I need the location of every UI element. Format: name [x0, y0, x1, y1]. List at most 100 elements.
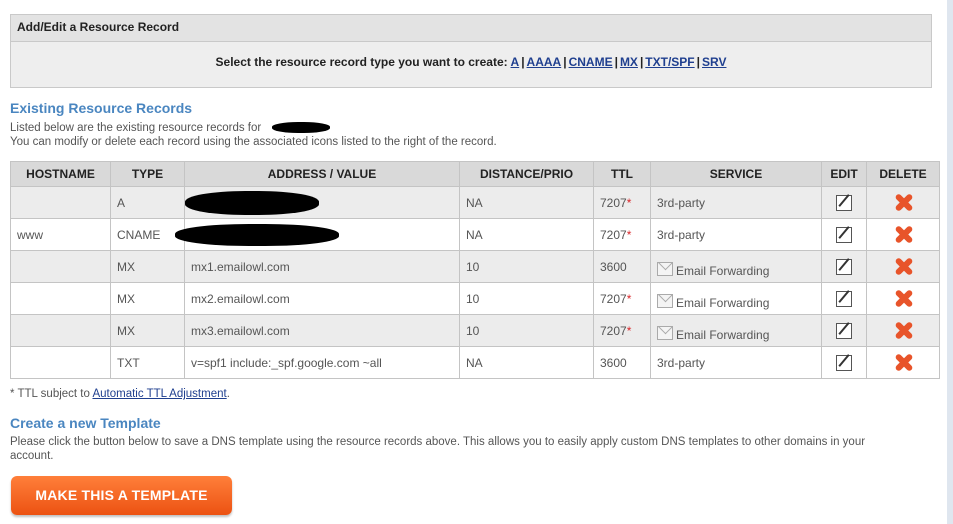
delete-icon[interactable] [894, 193, 913, 212]
record-type-link-txt-spf[interactable]: TXT/SPF [645, 55, 694, 69]
record-type-selector: Select the resource record type you want… [215, 55, 727, 69]
delete-icon[interactable] [894, 321, 913, 340]
hostname-cell [10, 346, 111, 379]
ttl-cell: 3600 [593, 346, 651, 379]
mail-icon [657, 325, 673, 340]
hostname-cell: www [10, 218, 111, 251]
ttl-footnote: * TTL subject to Automatic TTL Adjustmen… [10, 388, 230, 400]
redacted-address [175, 224, 339, 246]
ttl-cell: 3600 [593, 250, 651, 283]
delete-cell [866, 250, 940, 283]
ttl-cell: 7207* [593, 314, 651, 347]
delete-cell [866, 346, 940, 379]
service-cell: 3rd-party [650, 218, 822, 251]
address-cell: v=spf1 include:_spf.google.com ~all [184, 346, 460, 379]
delete-icon[interactable] [894, 353, 913, 372]
column-header-hostname: HOSTNAME [10, 161, 111, 187]
record-type-link-srv[interactable]: SRV [702, 55, 726, 69]
table-header-row: HOSTNAME TYPE ADDRESS / VALUE DISTANCE/P… [10, 161, 940, 187]
service-cell: 3rd-party [650, 186, 822, 219]
address-cell: mx1.emailowl.com [184, 250, 460, 283]
prio-cell: 10 [459, 314, 594, 347]
template-desc-line1: Please click the button below to save a … [10, 436, 866, 448]
type-cell: MX [110, 314, 185, 347]
type-cell: TXT [110, 346, 185, 379]
edit-icon[interactable] [836, 322, 852, 339]
delete-cell [866, 282, 940, 315]
address-cell: mx2.emailowl.com [184, 282, 460, 315]
record-type-link-a[interactable]: A [511, 55, 520, 69]
column-header-ttl: TTL [593, 161, 651, 187]
mail-icon [657, 261, 673, 276]
type-cell: A [110, 186, 185, 219]
column-header-delete: DELETE [866, 161, 940, 187]
type-cell: CNAME [110, 218, 185, 251]
table-row: TXT v=spf1 include:_spf.google.com ~all … [10, 346, 940, 379]
delete-icon[interactable] [894, 225, 913, 244]
column-header-address: ADDRESS / VALUE [184, 161, 460, 187]
hostname-cell [10, 314, 111, 347]
table-row: A NA 7207* 3rd-party [10, 186, 940, 219]
address-cell: mx3.emailowl.com [184, 314, 460, 347]
hostname-cell [10, 282, 111, 315]
column-header-distance: DISTANCE/PRIO [459, 161, 594, 187]
edit-cell [821, 186, 867, 219]
ttl-cell: 7207* [593, 282, 651, 315]
delete-icon[interactable] [894, 257, 913, 276]
table-row: MX mx1.emailowl.com 10 3600 Email Forwar… [10, 250, 940, 283]
existing-records-desc-line2: You can modify or delete each record usi… [10, 136, 497, 148]
edit-icon[interactable] [836, 226, 852, 243]
column-header-type: TYPE [110, 161, 185, 187]
service-cell: Email Forwarding [650, 314, 822, 347]
table-row: MX mx2.emailowl.com 10 7207* Email Forwa… [10, 282, 940, 315]
scrollbar-edge[interactable] [947, 0, 953, 524]
delete-cell [866, 186, 940, 219]
delete-icon[interactable] [894, 289, 913, 308]
automatic-ttl-link[interactable]: Automatic TTL Adjustment [92, 388, 226, 400]
edit-cell [821, 218, 867, 251]
make-template-button[interactable]: MAKE THIS A TEMPLATE [11, 476, 232, 515]
add-record-panel: Add/Edit a Resource Record Select the re… [10, 14, 932, 88]
prio-cell: 10 [459, 282, 594, 315]
service-cell: Email Forwarding [650, 282, 822, 315]
record-type-link-mx[interactable]: MX [620, 55, 638, 69]
edit-icon[interactable] [836, 354, 852, 371]
service-cell: 3rd-party [650, 346, 822, 379]
table-row: www CNAME NA 7207* 3rd-party [10, 218, 940, 251]
column-header-service: SERVICE [650, 161, 822, 187]
resource-records-table: HOSTNAME TYPE ADDRESS / VALUE DISTANCE/P… [10, 161, 940, 379]
redacted-domain [272, 122, 330, 133]
create-template-heading: Create a new Template [10, 415, 161, 431]
existing-records-desc-line1: Listed below are the existing resource r… [10, 122, 262, 134]
ttl-cell: 7207* [593, 186, 651, 219]
prio-cell: 10 [459, 250, 594, 283]
delete-cell [866, 314, 940, 347]
edit-cell [821, 282, 867, 315]
prio-cell: NA [459, 186, 594, 219]
record-type-link-cname[interactable]: CNAME [569, 55, 613, 69]
address-cell [184, 186, 460, 219]
panel-title: Add/Edit a Resource Record [11, 15, 931, 42]
record-type-prompt: Select the resource record type you want… [215, 55, 508, 69]
type-cell: MX [110, 250, 185, 283]
type-cell: MX [110, 282, 185, 315]
delete-cell [866, 218, 940, 251]
prio-cell: NA [459, 218, 594, 251]
ttl-cell: 7207* [593, 218, 651, 251]
hostname-cell [10, 186, 111, 219]
edit-icon[interactable] [836, 194, 852, 211]
edit-icon[interactable] [836, 258, 852, 275]
edit-icon[interactable] [836, 290, 852, 307]
existing-records-heading: Existing Resource Records [10, 100, 193, 116]
edit-cell [821, 314, 867, 347]
hostname-cell [10, 250, 111, 283]
service-cell: Email Forwarding [650, 250, 822, 283]
prio-cell: NA [459, 346, 594, 379]
column-header-edit: EDIT [821, 161, 867, 187]
edit-cell [821, 346, 867, 379]
table-row: MX mx3.emailowl.com 10 7207* Email Forwa… [10, 314, 940, 347]
address-cell [175, 218, 460, 251]
template-desc-line2: account. [10, 450, 54, 462]
record-type-link-aaaa[interactable]: AAAA [527, 55, 562, 69]
mail-icon [657, 293, 673, 308]
